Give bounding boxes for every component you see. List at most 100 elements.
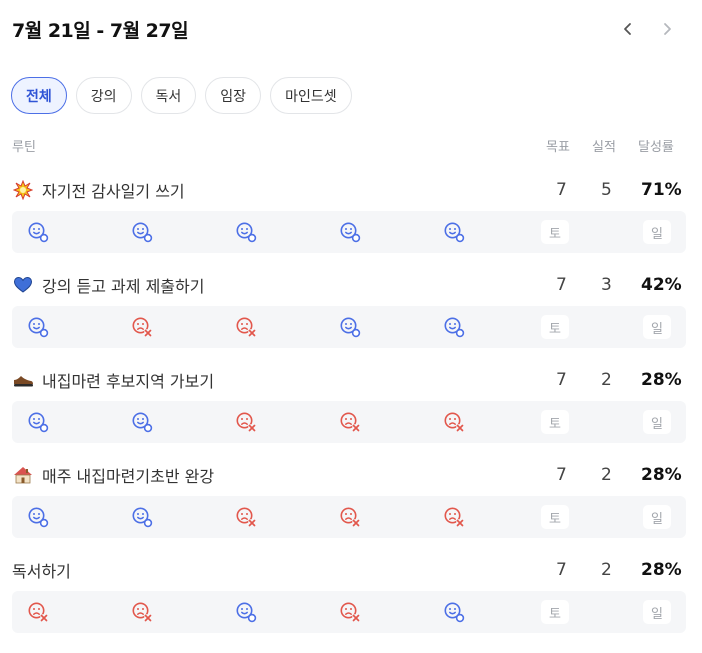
day-sunday-chip[interactable]: 일 <box>637 306 677 348</box>
previous-week-button[interactable] <box>613 14 643 44</box>
day-sunday-chip[interactable]: 일 <box>637 211 677 253</box>
routine-title: 강의 듣고 과제 제출하기 <box>12 273 204 297</box>
routine-row[interactable]: 강의 듣고 과제 제출하기 7 3 42% 토 일 <box>0 273 702 355</box>
day-done-icon[interactable] <box>330 211 370 253</box>
weekend-label: 일 <box>643 410 671 434</box>
day-missed-icon[interactable] <box>330 591 370 633</box>
day-status-strip: 토일 <box>12 591 686 633</box>
routine-actual-value: 3 <box>601 275 612 295</box>
routine-goal-value: 7 <box>556 275 567 295</box>
routine-goal-value: 7 <box>556 370 567 390</box>
routine-title-text: 자기전 감사일기 쓰기 <box>42 182 185 201</box>
chevron-left-icon <box>624 23 631 35</box>
weekend-label: 일 <box>643 220 671 244</box>
routine-rate-value: 28% <box>641 465 682 485</box>
day-done-icon[interactable] <box>434 306 474 348</box>
day-missed-icon[interactable] <box>434 401 474 443</box>
day-missed-icon[interactable] <box>226 401 266 443</box>
day-done-icon[interactable] <box>18 401 58 443</box>
day-done-icon[interactable] <box>18 306 58 348</box>
day-saturday-chip[interactable]: 토 <box>535 211 575 253</box>
day-missed-icon[interactable] <box>122 306 162 348</box>
day-status-strip: 토일 <box>12 306 686 348</box>
day-done-icon[interactable] <box>226 211 266 253</box>
routine-rate-value: 71% <box>641 180 682 200</box>
routine-title-text: 매주 내집마련기초반 완강 <box>42 467 215 486</box>
day-missed-icon[interactable] <box>226 306 266 348</box>
routine-actual-value: 5 <box>601 180 612 200</box>
blue-heart-icon <box>12 274 34 296</box>
weekend-label: 토 <box>541 505 569 529</box>
routine-title: 매주 내집마련기초반 완강 <box>12 463 214 487</box>
day-missed-icon[interactable] <box>18 591 58 633</box>
day-status-strip: 토일 <box>12 401 686 443</box>
routine-actual-value: 2 <box>601 560 612 580</box>
day-saturday-chip[interactable]: 토 <box>535 496 575 538</box>
category-tabs: 전체 강의 독서 임장 마인드셋 <box>11 77 352 114</box>
day-sunday-chip[interactable]: 일 <box>637 591 677 633</box>
column-header-routine: 루틴 <box>12 140 36 155</box>
day-done-icon[interactable] <box>122 401 162 443</box>
day-done-icon[interactable] <box>18 211 58 253</box>
day-done-icon[interactable] <box>122 211 162 253</box>
routine-row[interactable]: 매주 내집마련기초반 완강 7 2 28% 토 일 <box>0 463 702 545</box>
day-missed-icon[interactable] <box>330 401 370 443</box>
day-saturday-chip[interactable]: 토 <box>535 591 575 633</box>
day-saturday-chip[interactable]: 토 <box>535 306 575 348</box>
day-missed-icon[interactable] <box>226 496 266 538</box>
tab-reading[interactable]: 독서 <box>140 77 197 114</box>
day-missed-icon[interactable] <box>330 496 370 538</box>
routine-actual-value: 2 <box>601 465 612 485</box>
routine-row[interactable]: 자기전 감사일기 쓰기 7 5 71% 토 일 <box>0 178 702 260</box>
weekend-label: 일 <box>643 315 671 339</box>
day-done-icon[interactable] <box>226 591 266 633</box>
routine-goal-value: 7 <box>556 180 567 200</box>
week-range-title: 7월 21일 - 7월 27일 <box>12 20 189 42</box>
routine-rate-value: 28% <box>641 370 682 390</box>
day-status-strip: 토일 <box>12 211 686 253</box>
routine-row[interactable]: 내집마련 후보지역 가보기 7 2 28% 토 일 <box>0 368 702 450</box>
next-week-button[interactable] <box>652 14 682 44</box>
routine-rate-value: 42% <box>641 275 682 295</box>
tab-mindset[interactable]: 마인드셋 <box>270 77 352 114</box>
weekend-label: 토 <box>541 220 569 244</box>
house-icon <box>12 464 34 486</box>
routine-title: 내집마련 후보지역 가보기 <box>12 368 214 392</box>
day-done-icon[interactable] <box>434 211 474 253</box>
day-missed-icon[interactable] <box>434 496 474 538</box>
week-header: 7월 21일 - 7월 27일 <box>12 14 692 46</box>
weekend-label: 토 <box>541 315 569 339</box>
tab-site-visit[interactable]: 임장 <box>205 77 262 114</box>
column-header-actual: 실적 <box>592 140 616 155</box>
tab-all[interactable]: 전체 <box>11 77 67 114</box>
day-status-strip: 토일 <box>12 496 686 538</box>
routine-rate-value: 28% <box>641 560 682 580</box>
tab-lecture[interactable]: 강의 <box>75 77 132 114</box>
day-saturday-chip[interactable]: 토 <box>535 401 575 443</box>
weekend-label: 일 <box>643 505 671 529</box>
chevron-right-icon <box>664 23 671 35</box>
day-done-icon[interactable] <box>18 496 58 538</box>
explosion-icon <box>12 179 34 201</box>
day-done-icon[interactable] <box>122 496 162 538</box>
routine-goal-value: 7 <box>556 465 567 485</box>
shoe-icon <box>12 369 34 391</box>
routine-row[interactable]: 독서하기 7 2 28% 토 일 <box>0 558 702 640</box>
day-sunday-chip[interactable]: 일 <box>637 496 677 538</box>
weekend-label: 일 <box>643 600 671 624</box>
weekend-label: 토 <box>541 600 569 624</box>
day-done-icon[interactable] <box>434 591 474 633</box>
day-done-icon[interactable] <box>330 306 370 348</box>
weekend-label: 토 <box>541 410 569 434</box>
day-sunday-chip[interactable]: 일 <box>637 401 677 443</box>
routine-goal-value: 7 <box>556 560 567 580</box>
column-header-rate: 달성률 <box>638 140 674 155</box>
day-missed-icon[interactable] <box>122 591 162 633</box>
column-header-goal: 목표 <box>546 140 570 155</box>
routine-title-text: 내집마련 후보지역 가보기 <box>42 372 215 391</box>
routine-title-text: 강의 듣고 과제 제출하기 <box>42 277 205 296</box>
routine-title: 자기전 감사일기 쓰기 <box>12 178 185 202</box>
routine-title: 독서하기 <box>12 558 71 582</box>
routine-actual-value: 2 <box>601 370 612 390</box>
routine-title-text: 독서하기 <box>12 562 71 581</box>
